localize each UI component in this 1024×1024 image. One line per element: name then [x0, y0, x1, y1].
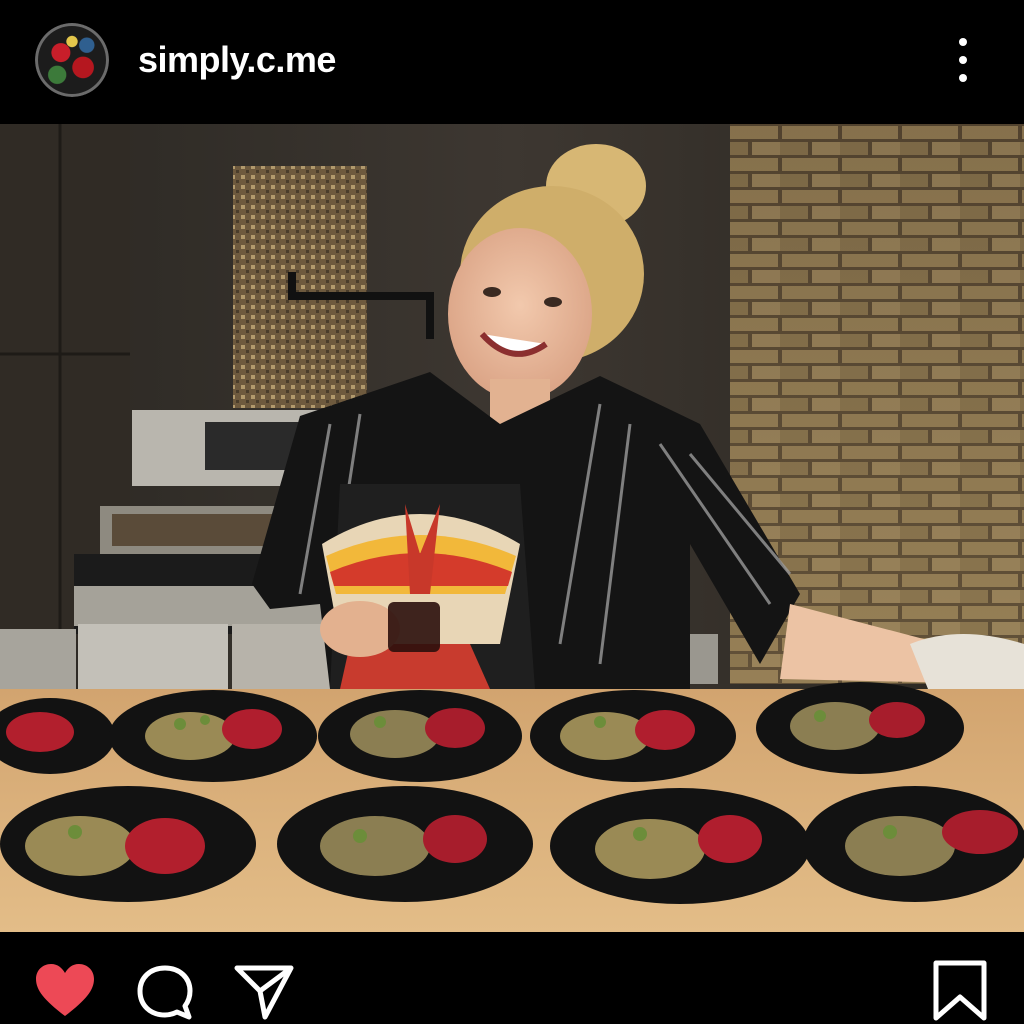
send-icon[interactable]	[234, 964, 294, 1020]
profile-avatar[interactable]	[35, 23, 109, 97]
comment-icon[interactable]	[136, 964, 194, 1020]
bookmark-icon[interactable]	[932, 960, 988, 1022]
action-bar	[0, 932, 1024, 1024]
username-link[interactable]: simply.c.me	[138, 38, 336, 82]
heart-icon[interactable]	[34, 962, 96, 1018]
post-header: simply.c.me	[0, 0, 1024, 122]
post-photo[interactable]	[0, 124, 1024, 932]
more-options-icon[interactable]	[948, 38, 978, 82]
